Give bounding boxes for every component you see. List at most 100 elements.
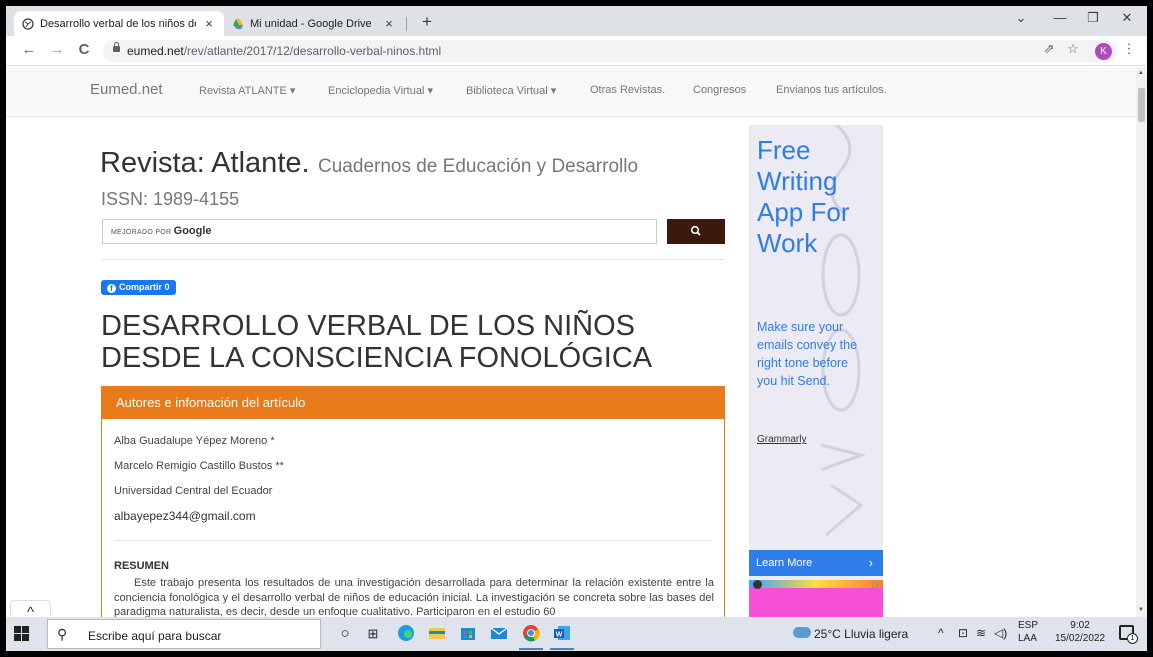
tab-close-icon[interactable]: × — [382, 16, 396, 31]
chevron-right-icon: › — [868, 555, 873, 570]
ad-headline-line: Work — [757, 228, 818, 258]
browser-menu-icon[interactable]: ⋮ — [1120, 41, 1138, 57]
minimize-button[interactable]: — — [1047, 10, 1073, 25]
profile-avatar[interactable]: K — [1095, 43, 1112, 60]
search-icon: ⚲ — [57, 626, 68, 642]
word-icon[interactable]: W — [551, 623, 573, 645]
scroll-down-arrow-icon[interactable]: ▼ — [1138, 607, 1144, 613]
url-host: eumed.net — [127, 44, 184, 58]
nav-biblioteca-virtual[interactable]: Biblioteca Virtual ▾ — [466, 84, 556, 97]
search-powered-by: MEJORADO POR Google — [111, 225, 212, 237]
nav-enciclopedia-virtual[interactable]: Enciclopedia Virtual ▾ — [328, 84, 433, 97]
back-to-top-button[interactable]: ^ — [10, 600, 51, 617]
chrome-icon[interactable] — [520, 623, 542, 645]
nav-envianos-articulos[interactable]: Envianos tus artículos. — [776, 84, 887, 96]
search-button[interactable] — [667, 219, 725, 244]
tab-separator — [406, 17, 407, 31]
tab-title: Desarrollo verbal de los niños de — [40, 17, 196, 30]
ad-learn-more-button[interactable]: Learn More › — [749, 550, 883, 576]
ad-headline-line: Writing — [757, 166, 838, 196]
clock-date: 15/02/2022 — [1055, 633, 1106, 644]
cortana-icon[interactable]: ○ — [334, 623, 356, 645]
google-drive-icon — [233, 18, 243, 29]
close-window-button[interactable]: ✕ — [1114, 10, 1140, 26]
browser-tab-strip: Desarrollo verbal de los niños de × Mi u… — [6, 6, 1147, 36]
authors-panel-heading: Autores e infomación del artículo — [102, 387, 724, 419]
scroll-up-arrow-icon[interactable]: ▲ — [1138, 70, 1144, 76]
task-view-icon[interactable]: ⊞ — [362, 623, 384, 645]
tab-close-icon[interactable]: × — [202, 16, 216, 31]
windows-taskbar: ⚲ Escribe aquí para buscar ○ ⊞ W 25°C Ll… — [6, 617, 1147, 651]
adchoices-icon[interactable]: ▷ — [872, 579, 879, 590]
divider — [102, 259, 725, 260]
weather-cloud-icon — [793, 627, 811, 638]
back-button[interactable]: ← — [20, 41, 38, 58]
author-name: Alba Guadalupe Yépez Moreno * — [114, 435, 275, 447]
share-page-icon[interactable]: ⇗ — [1040, 41, 1058, 57]
tab-search-icon[interactable]: ⌄ — [1008, 10, 1034, 26]
url-path: /rev/atlante/2017/12/desarrollo-verbal-n… — [183, 44, 442, 58]
site-navbar: Eumed.net Revista ATLANTE ▾ Enciclopedia… — [6, 67, 1136, 117]
article-title-line: DESDE LA CONSCIENCIA FONOLÓGICA — [101, 342, 653, 374]
ad-cta-label: Learn More — [756, 557, 813, 569]
file-explorer-icon[interactable] — [426, 623, 448, 645]
site-search-input[interactable]: MEJORADO POR Google — [102, 219, 657, 244]
chrome-running-indicator — [519, 648, 543, 650]
globe-icon — [22, 17, 34, 30]
volume-icon[interactable]: ◁) — [994, 626, 1007, 640]
grammarly-ad[interactable]: Free Writing App For Work Make sure your… — [749, 125, 883, 617]
taskbar-search-input[interactable]: ⚲ Escribe aquí para buscar — [47, 619, 321, 649]
taskbar-clock[interactable]: 9:02 15/02/2022 — [1055, 619, 1105, 645]
mail-icon[interactable] — [488, 623, 510, 645]
journal-subtitle: Cuadernos de Educación y Desarrollo — [318, 156, 639, 177]
google-logo: Google — [173, 225, 212, 237]
bookmark-star-icon[interactable]: ☆ — [1064, 41, 1082, 57]
search-powered-label: MEJORADO POR — [111, 229, 172, 236]
ad-headline: Free Writing App For Work — [757, 135, 850, 259]
weather-widget[interactable]: 25°C Lluvia ligera — [814, 627, 908, 641]
scroll-thumb[interactable] — [1138, 88, 1145, 122]
ad-gradient-bar — [749, 580, 883, 588]
search-icon — [690, 225, 701, 236]
notification-center-icon[interactable]: 1 — [1119, 625, 1138, 644]
windows-start-icon[interactable] — [14, 626, 30, 642]
show-hidden-icons-icon[interactable]: ^ — [938, 626, 944, 640]
page-scrollbar[interactable]: ▲ ▼ — [1136, 67, 1147, 617]
taskbar-search-placeholder: Escribe aquí para buscar — [88, 629, 222, 643]
ad-body-line: you hit Send. — [757, 374, 830, 388]
site-brand-link[interactable]: Eumed.net — [90, 81, 163, 98]
facebook-share-button[interactable]: f Compartir 0 — [101, 280, 176, 295]
url-text[interactable]: eumed.net/rev/atlante/2017/12/desarrollo… — [127, 44, 441, 58]
lang-code: ESP — [1018, 620, 1039, 631]
author-email: albayepez344@gmail.com — [114, 509, 256, 523]
tab-title: Mi unidad - Google Drive — [250, 17, 372, 30]
new-tab-button[interactable]: + — [416, 12, 438, 32]
store-icon[interactable] — [457, 623, 479, 645]
facebook-icon: f — [107, 284, 116, 293]
nav-congresos[interactable]: Congresos — [693, 84, 746, 96]
maximize-button[interactable]: ❐ — [1080, 10, 1106, 26]
wifi-icon[interactable]: ≋ — [976, 626, 986, 640]
screen: Desarrollo verbal de los niños de × Mi u… — [6, 6, 1147, 651]
edge-icon[interactable] — [395, 623, 417, 645]
ad-banner-strip: ▷ — [749, 579, 883, 617]
ad-headline-line: Free — [757, 135, 811, 165]
forward-button[interactable]: → — [48, 41, 66, 58]
tab-google-drive[interactable]: Mi unidad - Google Drive × — [224, 11, 404, 36]
lock-icon — [113, 42, 120, 52]
article-title-line: DESARROLLO VERBAL DE LOS NIÑOS — [101, 310, 635, 342]
notification-count: 1 — [1127, 633, 1138, 644]
svg-text:W: W — [556, 632, 563, 639]
nav-otras-revistas[interactable]: Otras Revistas. — [590, 84, 665, 96]
tablet-mode-icon[interactable]: ⊡ — [958, 626, 968, 640]
tab-desarrollo-verbal[interactable]: Desarrollo verbal de los niños de × — [14, 11, 224, 36]
reload-button[interactable]: C — [75, 41, 93, 58]
article-title: DESARROLLO VERBAL DE LOS NIÑOS DESDE LA … — [101, 310, 652, 374]
address-bar[interactable]: eumed.net/rev/atlante/2017/12/desarrollo… — [103, 40, 1118, 62]
ad-body-line: Make sure your — [757, 320, 844, 334]
author-name: Marcelo Remigio Castillo Bustos ** — [114, 460, 284, 472]
ad-brand-link[interactable]: Grammarly — [757, 434, 806, 445]
nav-revista-atlante[interactable]: Revista ATLANTE ▾ — [199, 84, 295, 97]
input-language-indicator[interactable]: ESP LAA — [1018, 619, 1038, 645]
ad-body: Make sure your emails convey the right t… — [757, 318, 857, 390]
